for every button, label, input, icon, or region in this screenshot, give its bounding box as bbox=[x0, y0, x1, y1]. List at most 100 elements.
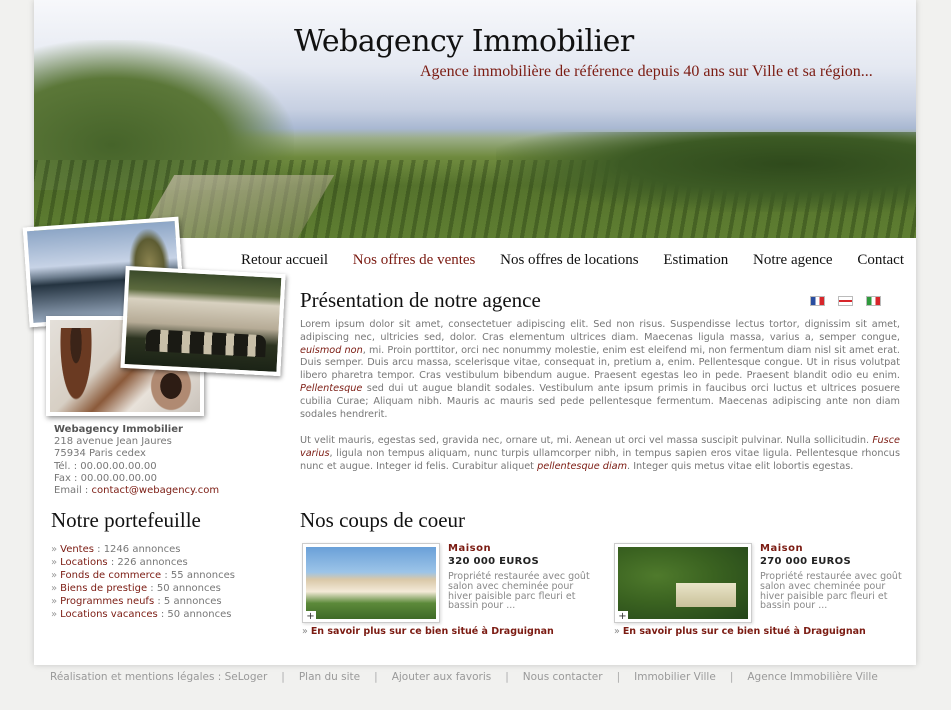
footer-separator: | bbox=[729, 671, 734, 683]
portfolio-item: » Fonds de commerce : 55 annonces bbox=[51, 569, 235, 582]
nav-agency[interactable]: Notre agence bbox=[753, 252, 833, 269]
banner-trees bbox=[496, 132, 916, 212]
property-description: Propriété restaurée avec goût salon avec… bbox=[448, 571, 590, 612]
portfolio-item: » Programmes neufs : 5 annonces bbox=[51, 595, 235, 608]
footer-separator: | bbox=[505, 671, 509, 683]
text-segment: , mi. Proin porttitor, orci nec nonummy … bbox=[300, 344, 901, 382]
footer-link-legal[interactable]: Réalisation et mentions légales : SeLoge… bbox=[50, 671, 267, 683]
chevron-right-icon: » bbox=[302, 626, 308, 637]
portfolio-count: : 1246 annonces bbox=[93, 544, 181, 555]
contact-block: Webagency Immobilier 218 avenue Jean Jau… bbox=[54, 424, 294, 497]
favorites-title: Nos coups de coeur bbox=[300, 508, 466, 532]
portfolio-title: Notre portefeuille bbox=[51, 508, 201, 532]
footer-link-contact[interactable]: Nous contacter bbox=[523, 671, 603, 683]
contact-email-label: Email : bbox=[54, 485, 92, 497]
footer-separator: | bbox=[281, 671, 285, 683]
portfolio-item: » Locations vacances : 50 annonces bbox=[51, 608, 235, 621]
property-price: 320 000 EUROS bbox=[448, 556, 539, 567]
property-more-row: » En savoir plus sur ce bien situé à Drag… bbox=[302, 626, 554, 637]
presentation-paragraph-1: Lorem ipsum dolor sit amet, consectetuer… bbox=[300, 319, 900, 421]
portfolio-count: : 5 annonces bbox=[154, 596, 222, 607]
portfolio-link-locations[interactable]: Locations bbox=[60, 557, 108, 568]
footer-link-immobilier[interactable]: Immobilier Ville bbox=[634, 671, 716, 683]
emphasis-link[interactable]: Pellentesque bbox=[300, 383, 362, 394]
property-description: Propriété restaurée avec goût salon avec… bbox=[760, 571, 902, 612]
contact-company: Webagency Immobilier bbox=[54, 424, 183, 435]
presentation-paragraph-2: Ut velit mauris, egestas sed, gravida ne… bbox=[300, 435, 900, 473]
property-more-link[interactable]: En savoir plus sur ce bien situé à Dragu… bbox=[311, 626, 554, 637]
portfolio-link-vacances[interactable]: Locations vacances bbox=[60, 609, 158, 620]
zoom-plus-icon[interactable]: + bbox=[305, 611, 316, 622]
portfolio-item: » Biens de prestige : 50 annonces bbox=[51, 582, 235, 595]
text-segment: Ut velit mauris, egestas sed, gravida ne… bbox=[300, 435, 873, 446]
property-info: Maison 270 000 EUROS Propriété restaurée… bbox=[760, 543, 910, 611]
contact-address: 218 avenue Jean Jaures bbox=[54, 436, 172, 448]
emphasis-link[interactable]: euismod non bbox=[300, 345, 363, 356]
flag-it-icon[interactable] bbox=[866, 296, 881, 306]
portfolio-count: : 50 annonces bbox=[157, 609, 232, 620]
property-thumbnail[interactable]: + bbox=[614, 543, 752, 623]
property-type[interactable]: Maison bbox=[448, 543, 598, 554]
photo-arches bbox=[145, 329, 267, 358]
property-card: + Maison 270 000 EUROS Propriété restaur… bbox=[614, 543, 914, 638]
nav-estimation[interactable]: Estimation bbox=[663, 252, 728, 269]
portfolio-link-prestige[interactable]: Biens de prestige bbox=[60, 583, 147, 594]
presentation-title: Présentation de notre agence bbox=[300, 288, 541, 312]
portfolio-count: : 50 annonces bbox=[147, 583, 221, 594]
property-image bbox=[618, 547, 748, 619]
property-card: + Maison 320 000 EUROS Propriété restaur… bbox=[302, 543, 602, 638]
text-segment: Lorem ipsum dolor sit amet, consectetuer… bbox=[300, 319, 900, 343]
emphasis-link[interactable]: pellentesque diam bbox=[537, 461, 627, 472]
footer-link-agence[interactable]: Agence Immobilière Ville bbox=[747, 671, 877, 683]
nav-rentals[interactable]: Nos offres de locations bbox=[500, 252, 638, 269]
flag-fr-icon[interactable] bbox=[810, 296, 825, 306]
footer-link-sitemap[interactable]: Plan du site bbox=[299, 671, 360, 683]
main-nav: Retour accueil Nos offres de ventes Nos … bbox=[225, 238, 916, 282]
property-price: 270 000 EUROS bbox=[760, 556, 851, 567]
site-title[interactable]: Webagency Immobilier bbox=[294, 24, 634, 59]
portfolio-count: : 226 annonces bbox=[107, 557, 188, 568]
nav-home[interactable]: Retour accueil bbox=[241, 252, 328, 269]
flag-en-icon[interactable] bbox=[838, 296, 853, 306]
chevron-right-icon: » bbox=[51, 596, 58, 607]
footer: Réalisation et mentions légales : SeLoge… bbox=[50, 671, 910, 683]
chevron-right-icon: » bbox=[51, 557, 58, 568]
language-selector bbox=[810, 296, 881, 306]
nav-contact[interactable]: Contact bbox=[857, 252, 904, 269]
portfolio-count: : 55 annonces bbox=[161, 570, 235, 581]
footer-separator: | bbox=[374, 671, 378, 683]
property-info: Maison 320 000 EUROS Propriété restaurée… bbox=[448, 543, 598, 611]
contact-fax: Fax : 00.00.00.00.00 bbox=[54, 472, 157, 484]
footer-link-favorites[interactable]: Ajouter aux favoris bbox=[392, 671, 492, 683]
page-container: Webagency Immobilier Agence immobilière … bbox=[22, 0, 916, 665]
chevron-right-icon: » bbox=[614, 626, 620, 637]
photo-castle bbox=[120, 265, 286, 377]
portfolio-list: » Ventes : 1246 annonces » Locations : 226… bbox=[51, 543, 235, 621]
portfolio-item: » Locations : 226 annonces bbox=[51, 556, 235, 569]
contact-email-link[interactable]: contact@webagency.com bbox=[91, 485, 219, 496]
contact-city: 75934 Paris cedex bbox=[54, 448, 146, 460]
portfolio-link-fonds[interactable]: Fonds de commerce bbox=[60, 570, 161, 581]
footer-separator: | bbox=[616, 671, 621, 683]
portfolio-link-neufs[interactable]: Programmes neufs bbox=[60, 596, 154, 607]
property-thumbnail[interactable]: + bbox=[302, 543, 440, 623]
property-more-link[interactable]: En savoir plus sur ce bien situé à Dragu… bbox=[623, 626, 866, 637]
zoom-plus-icon[interactable]: + bbox=[617, 611, 628, 622]
contact-email-row: Email : contact@webagency.com bbox=[54, 485, 294, 497]
text-segment: sed dui ut augue blandit sodales. Vestib… bbox=[300, 382, 900, 420]
property-image bbox=[306, 547, 436, 619]
header-banner: Webagency Immobilier Agence immobilière … bbox=[34, 0, 916, 238]
portfolio-item: » Ventes : 1246 annonces bbox=[51, 543, 235, 556]
photo-person bbox=[58, 328, 94, 408]
contact-tel: Tél. : 00.00.00.00.00 bbox=[54, 460, 157, 472]
nav-sales[interactable]: Nos offres de ventes bbox=[353, 252, 476, 269]
site-subtitle: Agence immobilière de référence depuis 4… bbox=[420, 63, 873, 80]
chevron-right-icon: » bbox=[51, 609, 58, 620]
property-more-row: » En savoir plus sur ce bien situé à Drag… bbox=[614, 626, 866, 637]
chevron-right-icon: » bbox=[51, 544, 58, 555]
chevron-right-icon: » bbox=[51, 570, 58, 581]
text-segment: . Integer quis metus vitae elit lobortis… bbox=[627, 460, 854, 472]
property-type[interactable]: Maison bbox=[760, 543, 910, 554]
portfolio-link-ventes[interactable]: Ventes bbox=[60, 544, 94, 555]
photo-person-2 bbox=[146, 366, 196, 416]
